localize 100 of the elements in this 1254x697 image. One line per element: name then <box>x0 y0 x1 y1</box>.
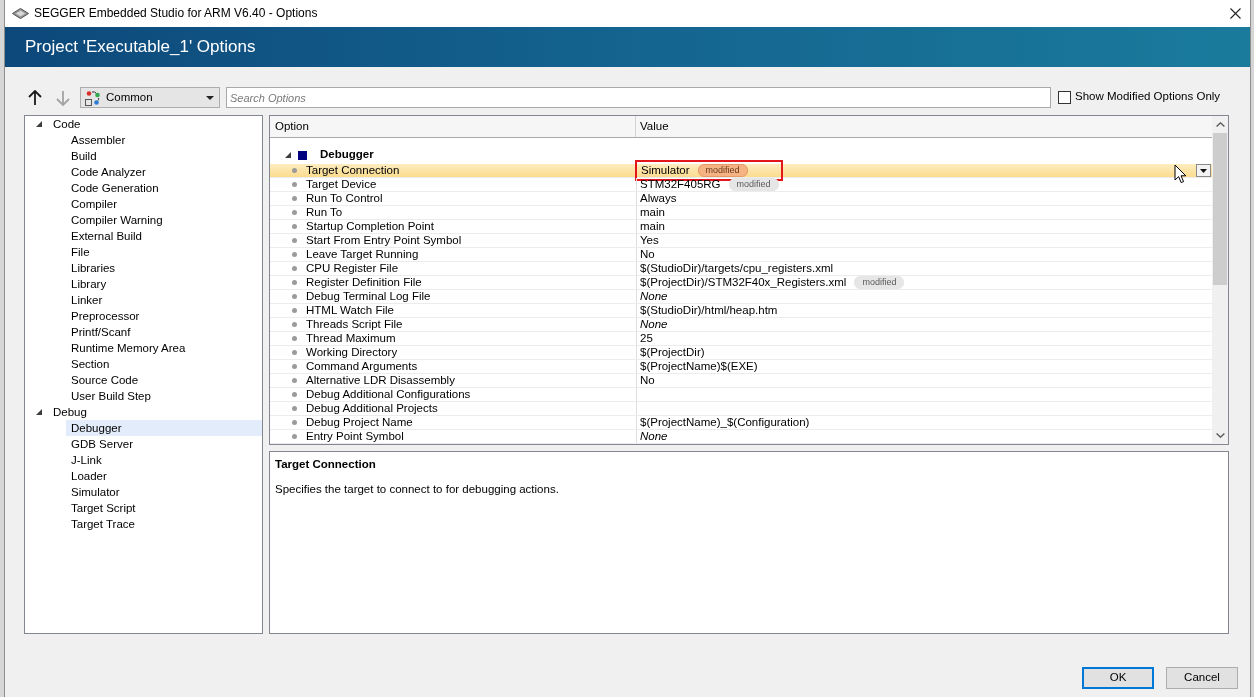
window-title: SEGGER Embedded Studio for ARM V6.40 - Options <box>34 6 318 21</box>
description-text: Specifies the target to connect to for debugging actions. <box>275 482 560 496</box>
option-row[interactable]: Working Directory $(ProjectDir) <box>270 346 1212 360</box>
option-value: None <box>640 318 668 331</box>
chevron-down-icon <box>1215 433 1225 438</box>
option-name: Debug Additional Projects <box>306 402 438 415</box>
bullet-icon <box>292 420 297 425</box>
option-row[interactable]: Startup Completion Point main <box>270 220 1212 234</box>
scrollbar-track[interactable] <box>1212 116 1228 444</box>
option-value: None <box>640 430 668 443</box>
tree-item[interactable]: Preprocessor <box>66 308 262 324</box>
tree-group-label[interactable]: Debug <box>51 404 89 420</box>
bullet-icon <box>292 378 297 383</box>
tree-item[interactable]: Section <box>66 356 262 372</box>
option-row[interactable]: Debug Project Name $(ProjectName)_$(Configuration) <box>270 416 1212 430</box>
tree-item[interactable]: Target Script <box>66 500 262 516</box>
checkbox-label[interactable]: Show Modified Options Only <box>1075 90 1221 104</box>
mouse-pointer-icon <box>1174 164 1187 184</box>
tree-item[interactable]: External Build <box>66 228 262 244</box>
tree-item[interactable]: Library <box>66 276 262 292</box>
option-row[interactable]: Register Definition File $(ProjectDir)/STM32F40x_Registers.xml modified <box>270 276 1212 290</box>
option-name: HTML Watch File <box>306 304 394 317</box>
option-value: $(ProjectDir) <box>640 346 705 359</box>
option-name: Alternative LDR Disassembly <box>306 374 455 387</box>
option-row[interactable]: HTML Watch File $(StudioDir)/html/heap.htm <box>270 304 1212 318</box>
group-label[interactable]: Debugger <box>320 148 374 162</box>
option-name: CPU Register File <box>306 262 399 275</box>
option-row[interactable]: Start From Entry Point Symbol Yes <box>270 234 1212 248</box>
bullet-icon <box>292 280 297 285</box>
tree-item[interactable]: Debugger <box>66 420 262 436</box>
option-value: None <box>640 290 668 303</box>
tree-item[interactable]: Source Code <box>66 372 262 388</box>
tree-item[interactable]: Libraries <box>66 260 262 276</box>
tree-item[interactable]: Loader <box>66 468 262 484</box>
option-row[interactable]: Thread Maximum 25 <box>270 332 1212 346</box>
bullet-icon <box>292 294 297 299</box>
option-row[interactable]: Alternative LDR Disassembly No <box>270 374 1212 388</box>
tree-item[interactable]: GDB Server <box>66 436 262 452</box>
option-row[interactable]: CPU Register File $(StudioDir)/targets/cpu_registers.xml <box>270 262 1212 276</box>
tree-item[interactable]: Build <box>66 148 262 164</box>
bullet-icon <box>292 434 297 439</box>
tree-item[interactable]: J-Link <box>66 452 262 468</box>
option-row[interactable]: Run To Control Always <box>270 192 1212 206</box>
option-row[interactable]: Threads Script File None <box>270 318 1212 332</box>
bullet-icon <box>292 336 297 341</box>
option-name: Start From Entry Point Symbol <box>306 234 462 247</box>
tree-item[interactable]: Assembler <box>66 132 262 148</box>
configuration-dropdown[interactable]: Common <box>80 87 220 108</box>
bullet-icon <box>292 182 297 187</box>
tree-item[interactable]: File <box>66 244 262 260</box>
tree-item[interactable]: Code Generation <box>66 180 262 196</box>
bullet-icon <box>292 322 297 327</box>
move-up-button[interactable] <box>27 87 43 108</box>
option-row[interactable]: Debug Terminal Log File None <box>270 290 1212 304</box>
tree-item[interactable]: Printf/Scanf <box>66 324 262 340</box>
dialog-button[interactable]: Cancel <box>1166 667 1238 689</box>
bullet-icon <box>292 350 297 355</box>
caret-icon <box>206 95 214 100</box>
bullet-icon <box>292 406 297 411</box>
option-name: Debug Additional Configurations <box>306 388 471 401</box>
option-row[interactable]: Leave Target Running No <box>270 248 1212 262</box>
option-name: Leave Target Running <box>306 248 419 261</box>
option-value: 25 <box>640 332 653 345</box>
option-value: $(ProjectName)_$(Configuration) <box>640 416 810 429</box>
option-value: main <box>640 206 665 219</box>
option-name: Run To <box>306 206 343 219</box>
option-name: Working Directory <box>306 346 398 359</box>
option-row[interactable]: Command Arguments $(ProjectName)$(EXE) <box>270 360 1212 374</box>
option-name: Register Definition File <box>306 276 422 289</box>
tree-item[interactable]: Linker <box>66 292 262 308</box>
checkbox[interactable] <box>1058 91 1071 104</box>
column-header[interactable]: Value <box>636 116 1212 137</box>
scrollbar-thumb[interactable] <box>1213 133 1227 285</box>
chevron-up-icon <box>1215 122 1225 127</box>
option-name: Debug Terminal Log File <box>306 290 431 303</box>
tree-group-label[interactable]: Code <box>51 116 83 132</box>
modified-tag: modified <box>854 276 905 289</box>
option-row[interactable]: Run To main <box>270 206 1212 220</box>
option-row[interactable]: Target Device STM32F405RG modified <box>270 178 1212 192</box>
tree-item[interactable]: Compiler <box>66 196 262 212</box>
tree-item[interactable]: Target Trace <box>66 516 262 532</box>
column-header[interactable]: Option <box>270 116 636 137</box>
option-row[interactable]: Entry Point Symbol None <box>270 430 1212 444</box>
dropdown-button[interactable] <box>1196 164 1211 177</box>
option-row[interactable]: Debug Additional Projects <box>270 402 1212 416</box>
diamond-icon <box>12 8 29 19</box>
tree-item[interactable]: Runtime Memory Area <box>66 340 262 356</box>
bullet-icon <box>292 168 297 173</box>
tree-item[interactable]: Compiler Warning <box>66 212 262 228</box>
option-value: Yes <box>640 234 659 247</box>
dialog-heading: Project 'Executable_1' Options <box>25 36 256 58</box>
tree-item[interactable]: Simulator <box>66 484 262 500</box>
up-arrow-icon <box>28 89 42 106</box>
search-field[interactable]: Search Options <box>226 87 1051 108</box>
tree-item[interactable]: User Build Step <box>66 388 262 404</box>
option-row[interactable]: Debug Additional Configurations <box>270 388 1212 402</box>
dialog-button[interactable]: OK <box>1082 667 1154 689</box>
tree-item[interactable]: Code Analyzer <box>66 164 262 180</box>
modified-tag: modified <box>697 164 748 177</box>
option-name: Target Connection <box>306 164 400 177</box>
